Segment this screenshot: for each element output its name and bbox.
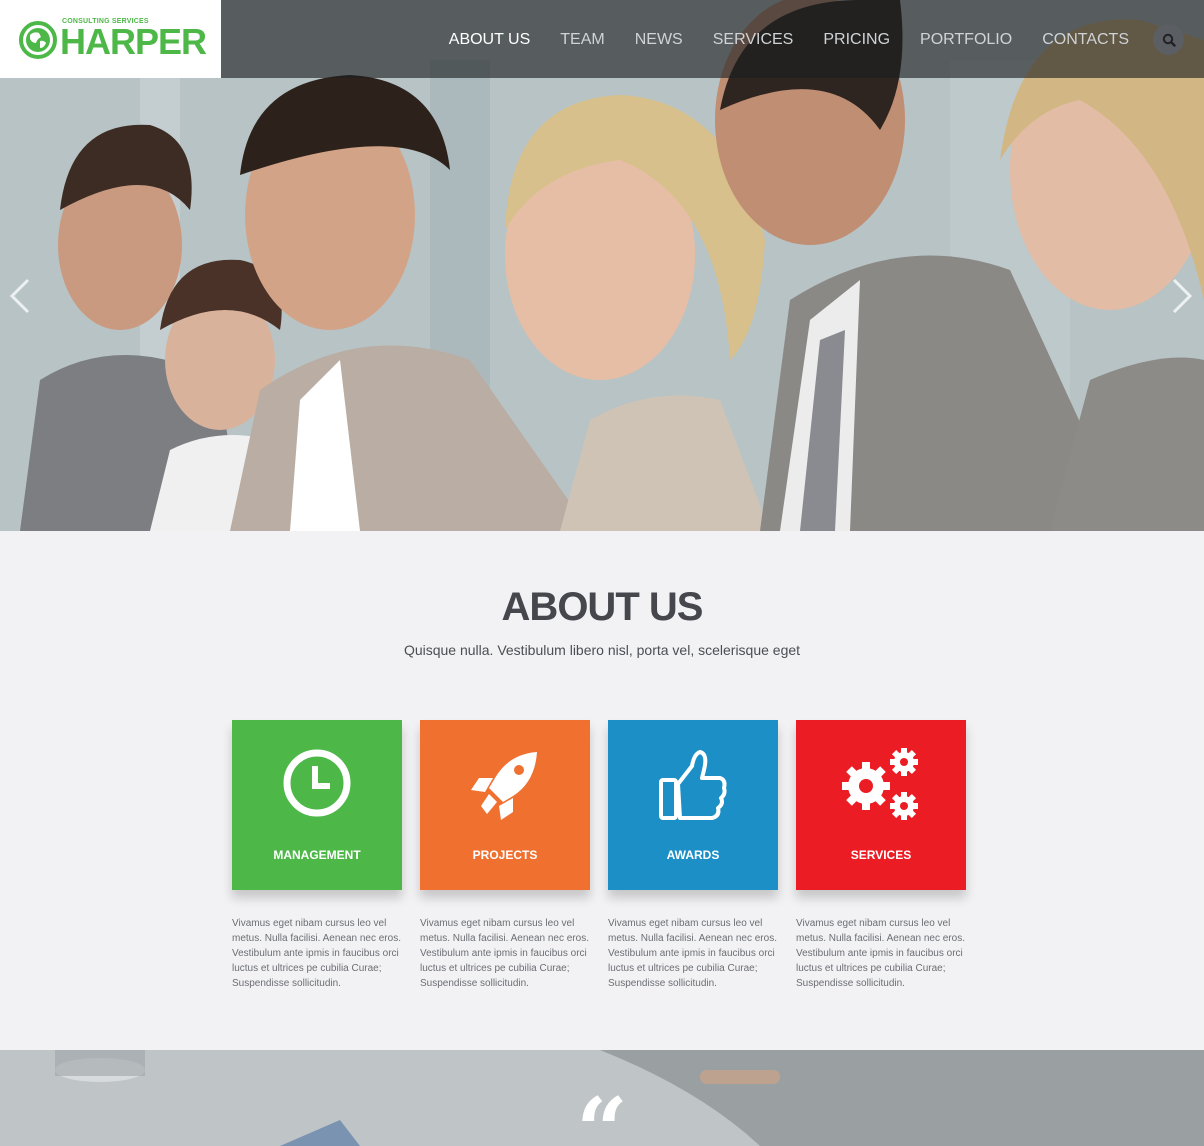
tile-description: Vivamus eget nibam cursus leo vel metus.… bbox=[232, 918, 401, 989]
globe-icon bbox=[19, 21, 57, 59]
nav-portfolio[interactable]: PORTFOLIO bbox=[905, 30, 1027, 50]
tile-management[interactable]: MANAGEMENT bbox=[232, 720, 402, 890]
tile-description: Vivamus eget nibam cursus leo vel metus.… bbox=[796, 918, 965, 989]
hero-photo bbox=[0, 0, 1204, 531]
brand-name: HARPER bbox=[60, 21, 207, 62]
quote-icon: “ bbox=[576, 1078, 628, 1146]
search-button[interactable] bbox=[1153, 24, 1184, 55]
tile-label: SERVICES bbox=[850, 848, 912, 862]
clock-icon bbox=[283, 749, 351, 817]
search-icon bbox=[1162, 33, 1176, 47]
tile-projects[interactable]: PROJECTS bbox=[420, 720, 590, 890]
nav-about-us[interactable]: ABOUT US bbox=[434, 30, 546, 50]
feature-awards: AWARDS Vivamus eget nibam cursus leo vel… bbox=[608, 720, 778, 991]
tile-label: MANAGEMENT bbox=[273, 848, 361, 862]
tile-description: Vivamus eget nibam cursus leo vel metus.… bbox=[420, 918, 589, 989]
section-subtitle: Quisque nulla. Vestibulum libero nisl, p… bbox=[403, 642, 801, 658]
feature-tiles: MANAGEMENT Vivamus eget nibam cursus leo… bbox=[232, 720, 966, 1000]
nav-services[interactable]: SERVICES bbox=[698, 30, 809, 50]
rocket-icon bbox=[471, 752, 537, 820]
main-nav: ABOUT US TEAM NEWS SERVICES PRICING PORT… bbox=[434, 30, 1144, 50]
chevron-left-icon[interactable] bbox=[8, 276, 32, 316]
chevron-right-icon[interactable] bbox=[1170, 276, 1194, 316]
feature-projects: PROJECTS Vivamus eget nibam cursus leo v… bbox=[420, 720, 590, 991]
nav-pricing[interactable]: PRICING bbox=[808, 30, 905, 50]
nav-contacts[interactable]: CONTACTS bbox=[1027, 30, 1144, 50]
tile-awards[interactable]: AWARDS bbox=[608, 720, 778, 890]
tile-label: AWARDS bbox=[666, 848, 720, 862]
logo[interactable]: CONSULTING SERVICES HARPER bbox=[0, 0, 221, 78]
tile-label: PROJECTS bbox=[472, 848, 538, 862]
hero-slider bbox=[0, 0, 1204, 531]
nav-team[interactable]: TEAM bbox=[545, 30, 619, 50]
thumbs-up-icon bbox=[659, 750, 727, 820]
gears-icon bbox=[842, 748, 918, 820]
feature-services: SERVICES Vivamus eget nibam cursus leo v… bbox=[796, 720, 966, 991]
tile-description: Vivamus eget nibam cursus leo vel metus.… bbox=[608, 918, 777, 989]
feature-management: MANAGEMENT Vivamus eget nibam cursus leo… bbox=[232, 720, 402, 991]
top-navigation-bar: ABOUT US TEAM NEWS SERVICES PRICING PORT… bbox=[221, 0, 1204, 78]
nav-news[interactable]: NEWS bbox=[620, 30, 698, 50]
tile-services[interactable]: SERVICES bbox=[796, 720, 966, 890]
section-title: ABOUT US bbox=[501, 585, 704, 629]
